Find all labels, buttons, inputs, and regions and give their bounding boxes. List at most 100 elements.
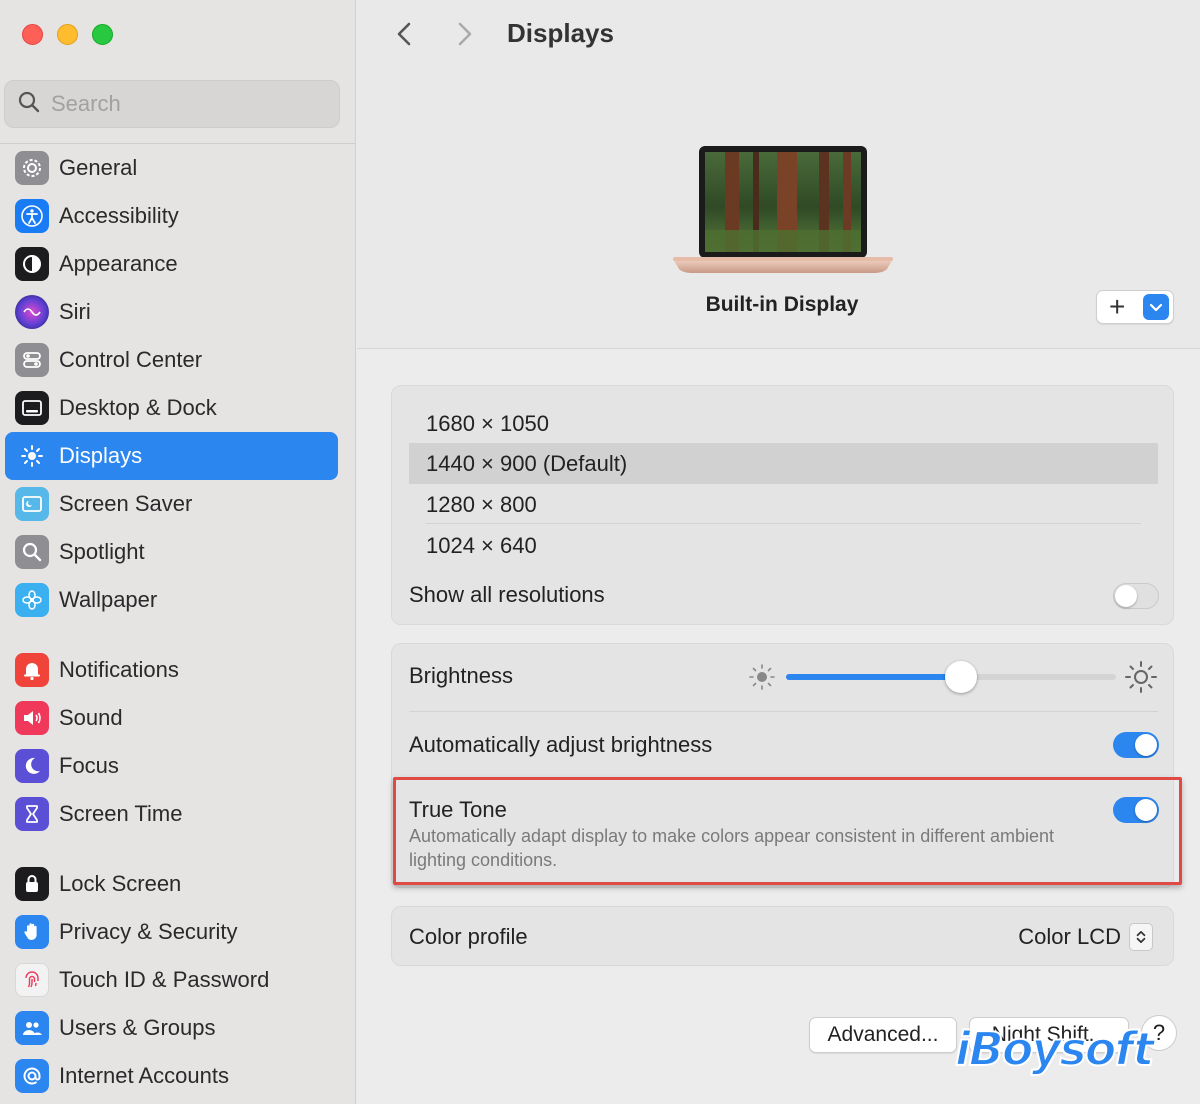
sidebar-item-siri[interactable]: Siri xyxy=(5,288,338,336)
forward-button[interactable] xyxy=(450,18,480,50)
sun-large-icon xyxy=(1124,660,1158,694)
plus-icon: + xyxy=(1109,291,1126,322)
sidebar-item-label: Focus xyxy=(59,753,119,778)
display-name: Built-in Display xyxy=(705,293,859,316)
add-display-button[interactable]: + xyxy=(1096,290,1174,324)
color-profile-popup-button[interactable] xyxy=(1129,923,1153,951)
show-all-resolutions-label: Show all resolutions xyxy=(409,582,605,607)
fingerprint-icon xyxy=(15,963,49,997)
sidebar-item-desktop-dock[interactable]: Desktop & Dock xyxy=(5,384,338,432)
sidebar-item-label: Wallpaper xyxy=(59,587,158,612)
resolution-option[interactable]: 1680 × 1050 xyxy=(409,403,1158,444)
resolution-option-selected[interactable]: 1440 × 900 (Default) xyxy=(409,443,1158,484)
color-profile-label: Color profile xyxy=(409,924,528,949)
sun-icon xyxy=(15,439,49,473)
sidebar-item-focus[interactable]: Focus xyxy=(5,742,338,790)
sidebar-item-label: Desktop & Dock xyxy=(59,395,217,420)
sidebar-item-lock-screen[interactable]: Lock Screen xyxy=(5,860,338,908)
sidebar-item-label: Sound xyxy=(59,705,123,730)
resolution-option[interactable]: 1280 × 800 xyxy=(409,484,1158,525)
search-icon xyxy=(17,90,41,119)
sidebar-item-spotlight[interactable]: Spotlight xyxy=(5,528,338,576)
laptop-icon xyxy=(673,145,893,275)
page-title: Displays xyxy=(507,18,614,48)
at-icon xyxy=(15,1059,49,1093)
flower-icon xyxy=(15,583,49,617)
lock-icon xyxy=(15,867,49,901)
zoom-window-button[interactable] xyxy=(92,24,113,45)
sidebar-item-label: Lock Screen xyxy=(59,871,182,896)
auto-brightness-toggle[interactable] xyxy=(1113,732,1159,758)
main-pane: Displays Built-in Display + 1680 × 1050 … xyxy=(357,0,1200,1104)
sidebar: General Accessibility Appearance Siri xyxy=(0,0,356,1104)
appearance-icon xyxy=(15,247,49,281)
sidebar-item-label: Displays xyxy=(59,443,143,468)
sidebar-item-internet-accounts[interactable]: Internet Accounts xyxy=(5,1052,338,1100)
up-down-chevron-icon xyxy=(1136,931,1146,943)
true-tone-highlight-box xyxy=(393,777,1182,885)
sidebar-item-label: Spotlight xyxy=(59,539,145,564)
sidebar-item-screen-time[interactable]: Screen Time xyxy=(5,790,338,838)
sidebar-item-label: Screen Saver xyxy=(59,491,193,516)
minimize-window-button[interactable] xyxy=(57,24,78,45)
sidebar-item-label: Screen Time xyxy=(59,801,183,826)
sidebar-item-label: Notifications xyxy=(59,657,179,682)
color-profile-card: Color profile Color LCD xyxy=(391,906,1174,966)
back-button[interactable] xyxy=(389,18,419,50)
iboysoft-watermark: iBoysoft xyxy=(954,1021,1155,1077)
sidebar-item-displays[interactable]: Displays xyxy=(5,432,338,480)
chevron-down-icon[interactable] xyxy=(1143,294,1169,320)
users-icon xyxy=(15,1011,49,1045)
sidebar-item-sound[interactable]: Sound xyxy=(5,694,338,742)
sidebar-item-label: Users & Groups xyxy=(59,1015,216,1040)
sidebar-nav: General Accessibility Appearance Siri Co… xyxy=(0,144,356,1104)
sidebar-item-label: Control Center xyxy=(59,347,203,372)
dock-icon xyxy=(15,391,49,425)
display-header: Displays Built-in Display + xyxy=(357,0,1200,349)
sidebar-item-screen-saver[interactable]: Screen Saver xyxy=(5,480,338,528)
hand-icon xyxy=(15,915,49,949)
toggle-knob xyxy=(1115,585,1137,607)
sidebar-item-label: Accessibility xyxy=(59,203,179,228)
moon-icon xyxy=(15,749,49,783)
sidebar-item-wallpaper[interactable]: Wallpaper xyxy=(5,576,338,624)
control-center-icon xyxy=(15,343,49,377)
sidebar-item-label: Siri xyxy=(59,299,91,324)
brightness-slider-handle[interactable] xyxy=(944,661,977,693)
search-field[interactable] xyxy=(4,80,340,128)
divider xyxy=(409,711,1158,712)
sun-small-icon xyxy=(747,662,777,692)
sidebar-item-accessibility[interactable]: Accessibility xyxy=(5,192,338,240)
sidebar-item-touch-id[interactable]: Touch ID & Password xyxy=(5,956,338,1004)
resolution-card: 1680 × 1050 1440 × 900 (Default) 1280 × … xyxy=(391,385,1174,625)
search-input[interactable] xyxy=(51,91,321,117)
sidebar-item-appearance[interactable]: Appearance xyxy=(5,240,338,288)
siri-icon xyxy=(15,295,49,329)
auto-brightness-label: Automatically adjust brightness xyxy=(409,732,713,757)
sidebar-item-notifications[interactable]: Notifications xyxy=(5,646,338,694)
show-all-resolutions-toggle[interactable] xyxy=(1113,583,1159,609)
sidebar-group-security: Lock Screen Privacy & Security Touch ID … xyxy=(0,860,356,1100)
window-controls xyxy=(22,24,113,45)
resolution-option[interactable]: 1024 × 640 xyxy=(409,525,1158,566)
sidebar-item-label: Touch ID & Password xyxy=(59,967,270,992)
close-window-button[interactable] xyxy=(22,24,43,45)
brightness-slider[interactable] xyxy=(786,661,1116,693)
sidebar-item-users-groups[interactable]: Users & Groups xyxy=(5,1004,338,1052)
sidebar-item-general[interactable]: General xyxy=(5,144,338,192)
color-profile-value[interactable]: Color LCD xyxy=(1018,924,1121,950)
accessibility-icon xyxy=(15,199,49,233)
brightness-slider-fill xyxy=(786,674,961,680)
sidebar-group-system: General Accessibility Appearance Siri Co… xyxy=(0,144,356,624)
bell-icon xyxy=(15,653,49,687)
brightness-label: Brightness xyxy=(409,663,513,688)
sidebar-item-privacy-security[interactable]: Privacy & Security xyxy=(5,908,338,956)
sidebar-item-label: Appearance xyxy=(59,251,178,276)
sidebar-group-notifications: Notifications Sound Focus Screen Time xyxy=(0,646,356,838)
advanced-button[interactable]: Advanced... xyxy=(809,1017,957,1053)
speaker-icon xyxy=(15,701,49,735)
gear-icon xyxy=(15,151,49,185)
sidebar-item-label: Privacy & Security xyxy=(59,919,238,944)
sidebar-item-control-center[interactable]: Control Center xyxy=(5,336,338,384)
divider xyxy=(426,523,1141,524)
